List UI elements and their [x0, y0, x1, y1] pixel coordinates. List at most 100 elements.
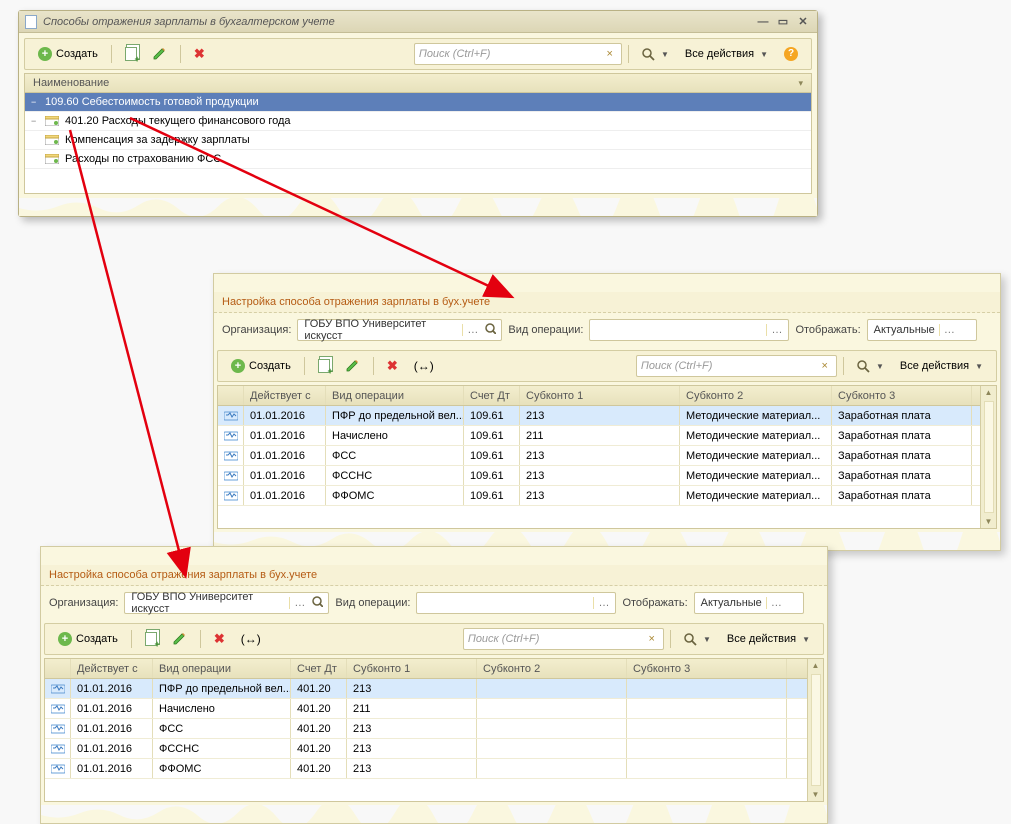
- grid-row[interactable]: 01.01.2016ФСС109.61213Методические матер…: [218, 446, 996, 466]
- cell-s2: Методические материал...: [680, 486, 832, 505]
- maximize-button[interactable]: ▭: [775, 15, 791, 29]
- col-s3[interactable]: Субконто 3: [627, 659, 787, 678]
- grid-row[interactable]: 01.01.2016ФССНС109.61213Методические мат…: [218, 466, 996, 486]
- find-button[interactable]: ▼: [635, 43, 676, 65]
- col-date[interactable]: Действует с: [71, 659, 153, 678]
- col-s1[interactable]: Субконто 1: [347, 659, 477, 678]
- create-button[interactable]: + Создать: [51, 628, 125, 650]
- org-label: Организация:: [49, 597, 118, 609]
- col-date[interactable]: Действует с: [244, 386, 326, 405]
- create-button[interactable]: + Создать: [224, 355, 298, 377]
- clear-search-icon[interactable]: ×: [645, 633, 659, 645]
- all-actions-button[interactable]: Все действия▼: [720, 628, 817, 650]
- grid-row[interactable]: 01.01.2016ПФР до предельной вел...401.20…: [45, 679, 823, 699]
- list-row-3[interactable]: Расходы по страхованию ФСС: [25, 150, 811, 169]
- help-button[interactable]: ?: [777, 43, 805, 65]
- col-acc[interactable]: Счет Дт: [464, 386, 520, 405]
- delete-button[interactable]: ✖: [380, 355, 405, 377]
- pencil-icon: [153, 47, 167, 61]
- cell-s3: Заработная плата: [832, 486, 972, 505]
- cell-op: ПФР до предельной вел...: [326, 406, 464, 425]
- create-button[interactable]: + Создать: [31, 43, 105, 65]
- col-s2[interactable]: Субконто 2: [477, 659, 627, 678]
- display-input[interactable]: Актуальные …: [694, 592, 804, 614]
- copy-button[interactable]: [311, 355, 337, 377]
- edit-button[interactable]: [339, 355, 367, 377]
- col-s3[interactable]: Субконто 3: [832, 386, 972, 405]
- col-s2[interactable]: Субконто 2: [680, 386, 832, 405]
- cell-date: 01.01.2016: [244, 466, 326, 485]
- search-icon: [684, 633, 697, 646]
- sort-indicator-icon: ▾: [798, 78, 803, 89]
- cell-s1: 213: [347, 719, 477, 738]
- optype-input[interactable]: …: [416, 592, 616, 614]
- swap-button[interactable]: (↔): [407, 355, 441, 377]
- delete-button[interactable]: ✖: [207, 628, 232, 650]
- scroll-up-icon[interactable]: ▲: [810, 659, 822, 672]
- find-button[interactable]: ▼: [850, 355, 891, 377]
- search-input[interactable]: Поиск (Ctrl+F) ×: [414, 43, 622, 65]
- all-actions-label: Все действия: [685, 48, 754, 60]
- collapse-icon[interactable]: −: [31, 116, 41, 126]
- minimize-button[interactable]: —: [755, 15, 771, 29]
- grid-row[interactable]: 01.01.2016ФССНС401.20213: [45, 739, 823, 759]
- grid-row[interactable]: 01.01.2016ПФР до предельной вел...109.61…: [218, 406, 996, 426]
- lookup-icon[interactable]: [309, 596, 326, 610]
- search-input[interactable]: Поиск (Ctrl+F) ×: [636, 355, 837, 377]
- grid-row[interactable]: 01.01.2016ФСС401.20213: [45, 719, 823, 739]
- scroll-up-icon[interactable]: ▲: [983, 386, 995, 399]
- org-input[interactable]: ГОБУ ВПО Университет искусст …: [297, 319, 502, 341]
- all-actions-button[interactable]: Все действия ▼: [678, 43, 775, 65]
- copy-button[interactable]: [118, 43, 144, 65]
- list-row-label: 109.60 Себестоимость готовой продукции: [45, 96, 259, 108]
- ellipsis-icon[interactable]: …: [766, 324, 786, 336]
- clear-search-icon[interactable]: ×: [603, 48, 617, 60]
- optype-input[interactable]: …: [589, 319, 789, 341]
- row-icon: [218, 406, 244, 425]
- ellipsis-icon[interactable]: …: [462, 324, 482, 336]
- collapse-icon[interactable]: −: [31, 97, 41, 107]
- col-s1[interactable]: Субконто 1: [520, 386, 680, 405]
- document-icon: [25, 15, 37, 29]
- grid-row[interactable]: 01.01.2016Начислено401.20211: [45, 699, 823, 719]
- find-button[interactable]: ▼: [677, 628, 718, 650]
- copy-button[interactable]: [138, 628, 164, 650]
- scroll-down-icon[interactable]: ▼: [810, 788, 822, 801]
- list-row-1[interactable]: − 401.20 Расходы текущего финансового го…: [25, 112, 811, 131]
- clear-search-icon[interactable]: ×: [818, 360, 832, 372]
- cell-s2: Методические материал...: [680, 426, 832, 445]
- edit-button[interactable]: [146, 43, 174, 65]
- display-input[interactable]: Актуальные …: [867, 319, 977, 341]
- create-label: Создать: [249, 360, 291, 372]
- window-title: Способы отражения зарплаты в бухгалтерск…: [43, 16, 751, 28]
- edit-button[interactable]: [166, 628, 194, 650]
- col-op[interactable]: Вид операции: [153, 659, 291, 678]
- cell-s1: 213: [520, 486, 680, 505]
- ellipsis-icon[interactable]: …: [289, 597, 309, 609]
- search-input[interactable]: Поиск (Ctrl+F) ×: [463, 628, 664, 650]
- grid-row[interactable]: 01.01.2016Начислено109.61211Методические…: [218, 426, 996, 446]
- cell-acc: 401.20: [291, 699, 347, 718]
- list-row-0[interactable]: − 109.60 Себестоимость готовой продукции: [25, 93, 811, 112]
- org-input[interactable]: ГОБУ ВПО Университет искусст …: [124, 592, 329, 614]
- copy-icon: [125, 47, 137, 61]
- ellipsis-icon[interactable]: …: [939, 324, 959, 336]
- create-label: Создать: [76, 633, 118, 645]
- help-icon: ?: [784, 47, 798, 61]
- scroll-down-icon[interactable]: ▼: [983, 515, 995, 528]
- grid-row[interactable]: 01.01.2016ФФОМС109.61213Методические мат…: [218, 486, 996, 506]
- vscroll[interactable]: ▲ ▼: [807, 659, 823, 801]
- delete-button[interactable]: ✖: [187, 43, 212, 65]
- list-row-2[interactable]: Компенсация за задержку зарплаты: [25, 131, 811, 150]
- lookup-icon[interactable]: [482, 323, 499, 337]
- col-op[interactable]: Вид операции: [326, 386, 464, 405]
- grid-row[interactable]: 01.01.2016ФФОМС401.20213: [45, 759, 823, 779]
- all-actions-button[interactable]: Все действия▼: [893, 355, 990, 377]
- swap-button[interactable]: (↔): [234, 628, 268, 650]
- vscroll[interactable]: ▲ ▼: [980, 386, 996, 528]
- close-button[interactable]: ✕: [795, 15, 811, 29]
- list-header[interactable]: Наименование ▾: [24, 73, 812, 93]
- ellipsis-icon[interactable]: …: [766, 597, 786, 609]
- col-acc[interactable]: Счет Дт: [291, 659, 347, 678]
- ellipsis-icon[interactable]: …: [593, 597, 613, 609]
